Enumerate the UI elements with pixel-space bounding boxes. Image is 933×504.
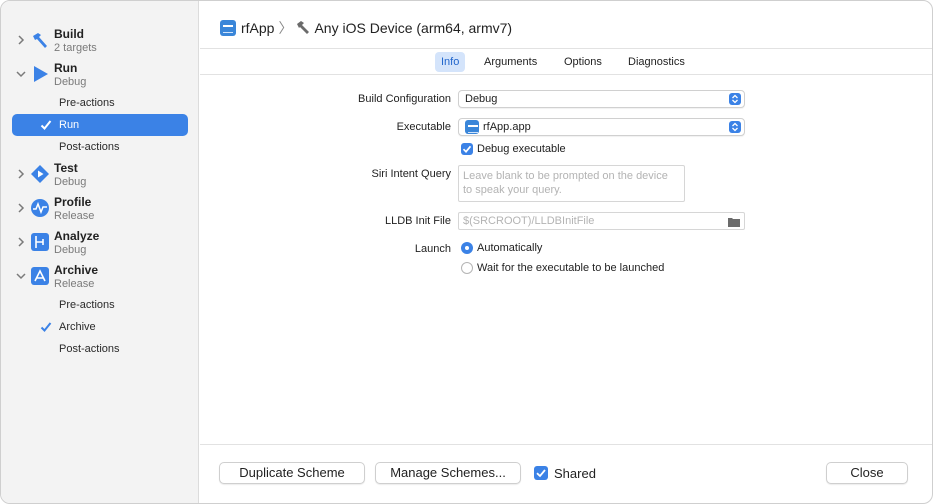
action-profile-title[interactable]: Profile bbox=[54, 195, 91, 209]
tab-options[interactable]: Options bbox=[558, 52, 608, 72]
action-test-subtitle: Debug bbox=[54, 176, 87, 188]
shared-label[interactable]: Shared bbox=[554, 466, 596, 481]
tab-bar: Info Arguments Options Diagnostics bbox=[200, 49, 932, 75]
popup-arrows-icon bbox=[729, 121, 741, 133]
duplicate-scheme-button[interactable]: Duplicate Scheme bbox=[219, 462, 365, 484]
action-archive-subtitle: Release bbox=[54, 278, 95, 290]
action-run-title[interactable]: Run bbox=[54, 61, 77, 75]
launch-automatically-radio[interactable] bbox=[461, 242, 473, 254]
build-configuration-label: Build Configuration bbox=[358, 93, 451, 105]
tab-info[interactable]: Info bbox=[435, 52, 466, 72]
action-analyze-subtitle: Debug bbox=[54, 244, 87, 256]
run-post-actions[interactable]: Post-actions bbox=[59, 141, 120, 153]
analyze-icon bbox=[31, 233, 49, 251]
action-archive-title[interactable]: Archive bbox=[54, 263, 98, 277]
lldb-init-file-label: LLDB Init File bbox=[384, 215, 451, 227]
chevron-right-icon[interactable] bbox=[16, 237, 26, 247]
launch-wait-radio[interactable] bbox=[461, 262, 473, 274]
executable-label: Executable bbox=[396, 121, 451, 133]
hammer-icon bbox=[296, 20, 310, 37]
archive-pre-actions[interactable]: Pre-actions bbox=[59, 299, 115, 311]
chevron-right-icon[interactable] bbox=[16, 203, 26, 213]
action-test-title[interactable]: Test bbox=[54, 161, 78, 175]
hammer-icon bbox=[31, 31, 49, 49]
popup-arrows-icon bbox=[729, 93, 741, 105]
scheme-header: rfApp 〉 Any iOS Device (arm64, armv7) bbox=[200, 1, 932, 49]
launch-label: Launch bbox=[414, 243, 451, 255]
breadcrumb-separator-icon: 〉 bbox=[278, 20, 293, 36]
executable-value: rfApp.app bbox=[483, 121, 531, 133]
scheme-editor-window: Build 2 targets Run Debug Pre-actions Ru… bbox=[0, 0, 933, 504]
action-analyze-title[interactable]: Analyze bbox=[54, 229, 99, 243]
run-run-label: Run bbox=[59, 119, 80, 131]
chevron-right-icon[interactable] bbox=[16, 35, 26, 45]
chevron-right-icon[interactable] bbox=[16, 169, 26, 179]
waveform-icon bbox=[31, 199, 49, 217]
lldb-init-file-field[interactable]: $(SRCROOT)/LLDBInitFile bbox=[458, 212, 745, 230]
checkmark-icon bbox=[40, 321, 52, 333]
launch-wait-label[interactable]: Wait for the executable to be launched bbox=[477, 262, 664, 274]
chevron-down-icon[interactable] bbox=[16, 69, 26, 79]
shared-checkbox[interactable] bbox=[534, 466, 548, 480]
breadcrumb-project[interactable]: rfApp bbox=[241, 20, 274, 36]
archive-post-actions[interactable]: Post-actions bbox=[59, 343, 120, 355]
action-profile-subtitle: Release bbox=[54, 210, 95, 222]
action-build-title[interactable]: Build bbox=[54, 27, 84, 41]
app-icon bbox=[465, 120, 479, 134]
executable-popup[interactable]: rfApp.app bbox=[458, 118, 745, 136]
app-icon bbox=[220, 20, 236, 36]
siri-intent-query-label: Siri Intent Query bbox=[371, 168, 451, 180]
build-configuration-popup[interactable]: Debug bbox=[458, 90, 745, 108]
archive-archive[interactable]: Archive bbox=[59, 321, 96, 333]
manage-schemes-button[interactable]: Manage Schemes... bbox=[375, 462, 521, 484]
play-icon bbox=[31, 65, 49, 83]
tab-arguments[interactable]: Arguments bbox=[478, 52, 543, 72]
siri-intent-query-field[interactable]: Leave blank to be prompted on the device… bbox=[458, 165, 685, 202]
action-run-subtitle: Debug bbox=[54, 76, 87, 88]
lldb-init-file-placeholder: $(SRCROOT)/LLDBInitFile bbox=[463, 215, 595, 227]
debug-executable-checkbox[interactable] bbox=[461, 143, 473, 155]
breadcrumb: rfApp 〉 Any iOS Device (arm64, armv7) bbox=[220, 18, 512, 38]
run-run-selected[interactable] bbox=[12, 114, 188, 136]
scheme-actions-sidebar: Build 2 targets Run Debug Pre-actions Ru… bbox=[1, 1, 199, 503]
folder-icon[interactable] bbox=[728, 216, 740, 227]
checkmark-icon bbox=[40, 119, 52, 131]
launch-automatically-label[interactable]: Automatically bbox=[477, 242, 542, 254]
archive-icon bbox=[31, 267, 49, 285]
debug-executable-label[interactable]: Debug executable bbox=[477, 143, 566, 155]
breadcrumb-destination[interactable]: Any iOS Device (arm64, armv7) bbox=[314, 20, 512, 36]
run-pre-actions[interactable]: Pre-actions bbox=[59, 97, 115, 109]
build-configuration-value: Debug bbox=[465, 93, 498, 105]
action-build-subtitle: 2 targets bbox=[54, 42, 97, 54]
chevron-down-icon[interactable] bbox=[16, 271, 26, 281]
close-button[interactable]: Close bbox=[826, 462, 908, 484]
tab-diagnostics[interactable]: Diagnostics bbox=[622, 52, 691, 72]
test-diamond-icon bbox=[31, 165, 49, 183]
